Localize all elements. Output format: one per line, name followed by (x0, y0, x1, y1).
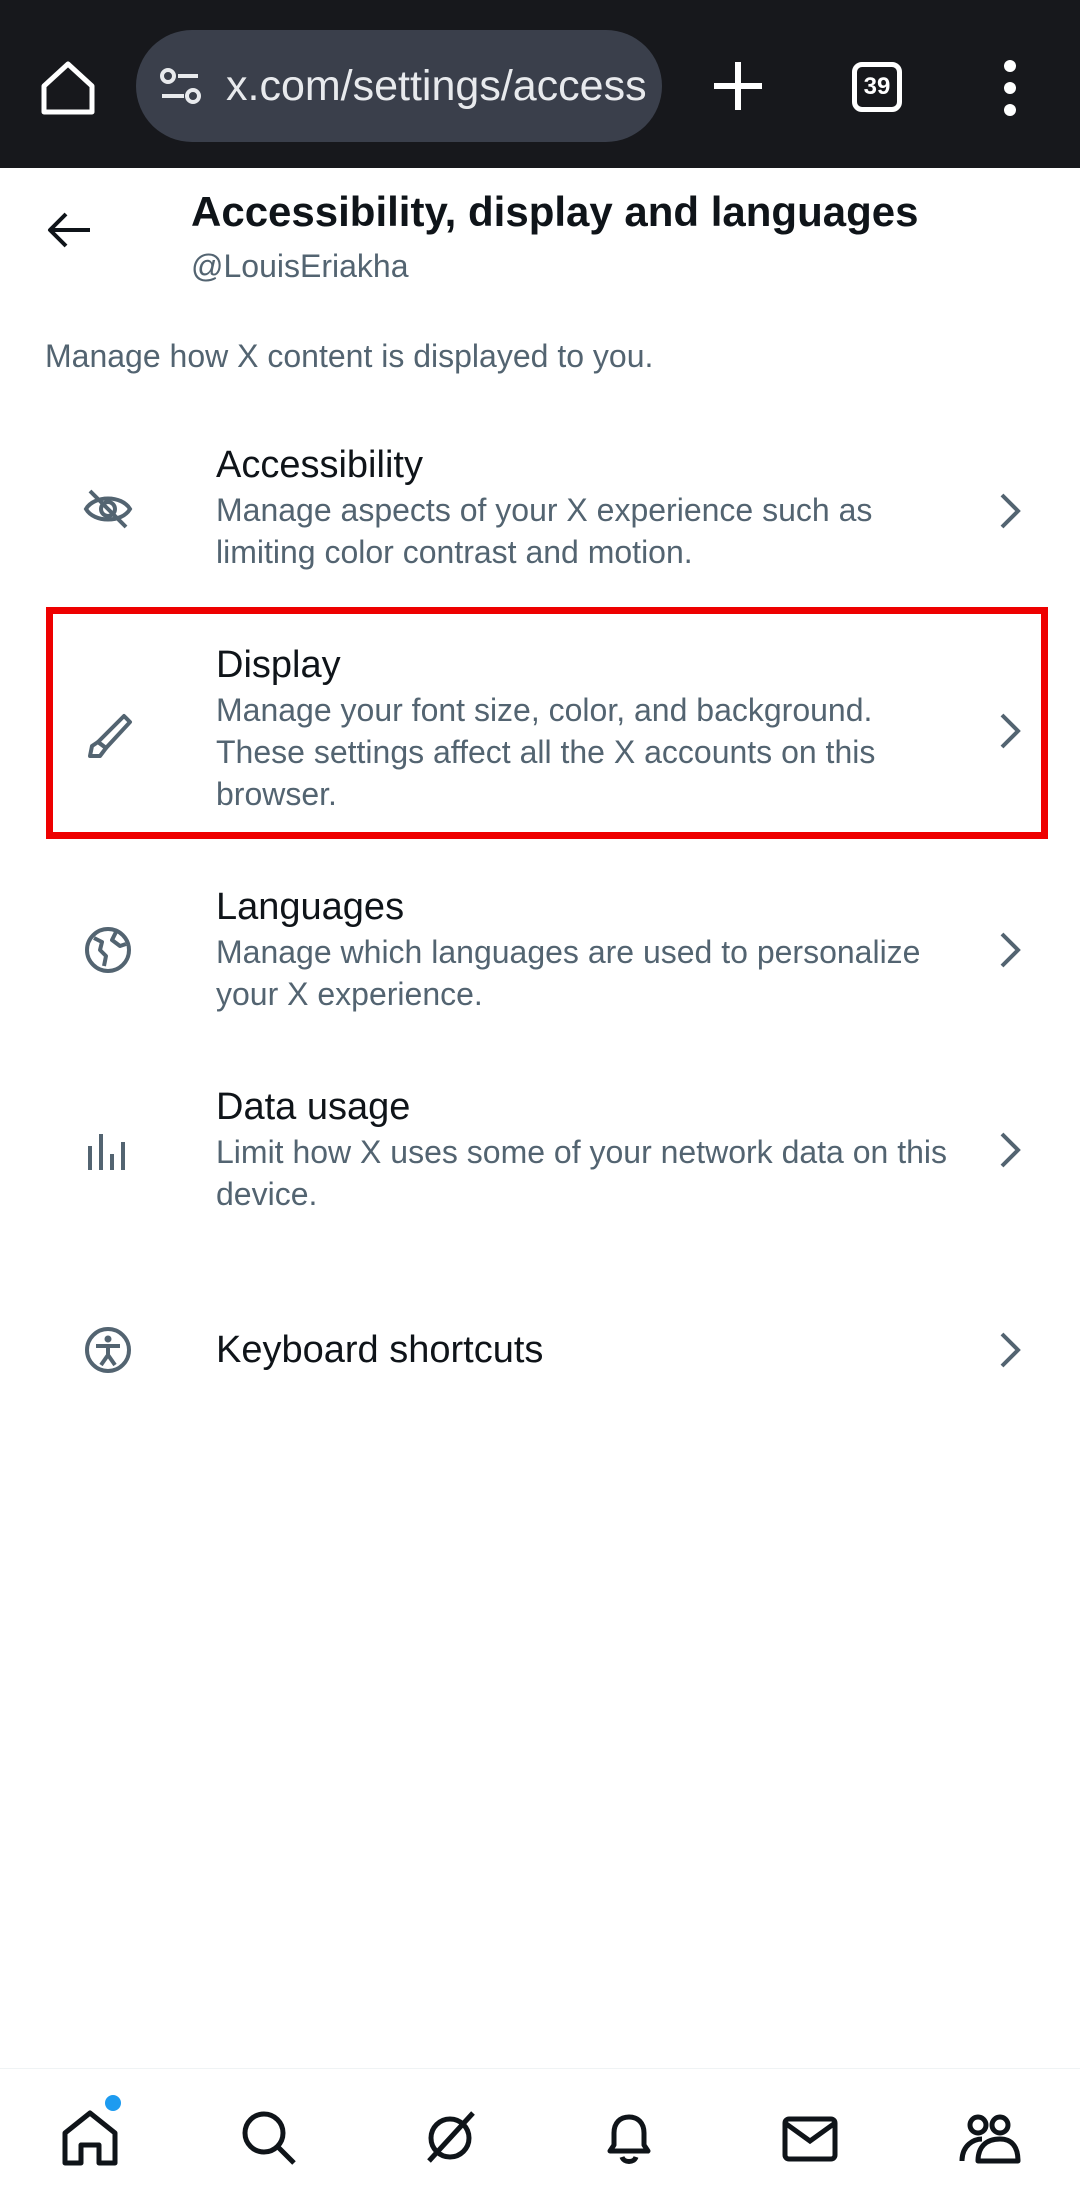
settings-item-description: Manage your font size, color, and backgr… (216, 692, 876, 812)
tab-switcher-button[interactable]: 39 (852, 62, 902, 112)
address-bar[interactable]: x.com/settings/accessibility_display_and… (136, 30, 662, 142)
settings-item-description: Limit how X uses some of your network da… (216, 1134, 948, 1212)
page-title: Accessibility, display and languages (191, 188, 919, 235)
settings-item-keyboard-shortcuts[interactable]: Keyboard shortcuts (0, 1310, 1080, 1390)
bottom-navigation (0, 2068, 1080, 2197)
url-text[interactable]: x.com/settings/accessibility_display_and… (226, 56, 646, 116)
settings-item-accessibility[interactable]: Accessibility Manage aspects of your X e… (0, 440, 1080, 590)
bar-chart-icon (88, 1134, 125, 1170)
chevron-right-icon (1000, 1332, 1021, 1368)
notification-dot (105, 2095, 121, 2111)
grok-icon[interactable] (417, 2105, 483, 2171)
settings-item-description: Manage which languages are used to perso… (216, 934, 921, 1012)
settings-item-title: Keyboard shortcuts (216, 1329, 544, 1371)
settings-item-title: Languages (216, 886, 405, 928)
settings-item-description: Manage aspects of your X experience such… (216, 492, 873, 570)
eye-slash-icon (83, 489, 133, 529)
home-icon[interactable] (57, 2105, 123, 2171)
globe-icon (85, 927, 131, 973)
mail-icon[interactable] (777, 2105, 843, 2171)
settings-item-languages[interactable]: Languages Manage which languages are use… (0, 882, 1080, 1032)
back-arrow-icon[interactable] (42, 202, 98, 258)
bell-icon[interactable] (596, 2105, 662, 2171)
home-icon[interactable] (36, 56, 100, 120)
more-vert-icon[interactable] (995, 56, 1025, 120)
settings-item-display[interactable]: Display Manage your font size, color, an… (0, 640, 1080, 830)
paintbrush-icon (88, 714, 132, 758)
accessibility-person-icon (85, 1327, 131, 1373)
site-settings-icon[interactable] (158, 64, 204, 110)
communities-icon[interactable] (956, 2105, 1022, 2171)
settings-item-data-usage[interactable]: Data usage Limit how X uses some of your… (0, 1082, 1080, 1232)
settings-item-title: Accessibility (216, 444, 423, 486)
chevron-right-icon (1000, 1132, 1021, 1168)
chevron-right-icon (1000, 493, 1021, 529)
settings-item-title: Data usage (216, 1086, 411, 1128)
browser-toolbar: x.com/settings/accessibility_display_and… (0, 0, 1080, 168)
new-tab-icon[interactable] (708, 56, 768, 116)
search-icon[interactable] (236, 2105, 302, 2171)
account-handle: @LouisEriakha (191, 248, 409, 284)
chevron-right-icon (1000, 932, 1021, 968)
intro-text: Manage how X content is displayed to you… (45, 338, 654, 374)
settings-item-title: Display (216, 644, 341, 686)
chevron-right-icon (1000, 713, 1021, 749)
